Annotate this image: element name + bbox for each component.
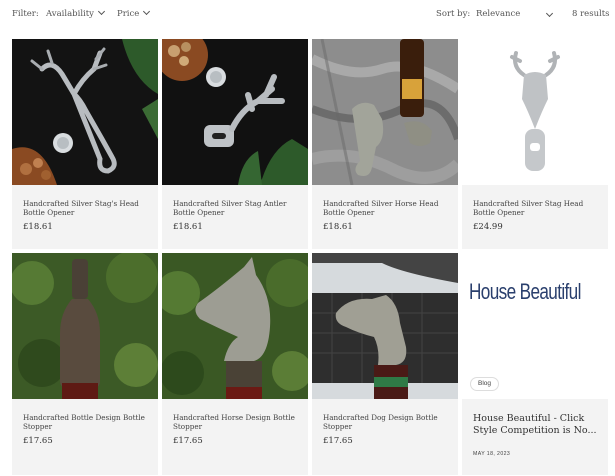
product-card[interactable]: Handcrafted Silver Stag Head Bottle Open…	[462, 39, 608, 249]
product-price: £18.61	[323, 222, 353, 232]
product-image[interactable]	[312, 253, 458, 399]
product-card[interactable]: Handcrafted Dog Design Bottle Stopper £1…	[312, 253, 458, 475]
product-card[interactable]: Handcrafted Silver Horse Head Bottle Ope…	[312, 39, 458, 249]
blog-date: MAY 18, 2023	[473, 451, 511, 457]
product-card[interactable]: Handcrafted Silver Stag Antler Bottle Op…	[162, 39, 308, 249]
product-image[interactable]	[12, 39, 158, 185]
chevron-down-icon	[97, 7, 106, 16]
product-price: £17.65	[323, 436, 353, 446]
product-title[interactable]: Handcrafted Silver Stag Head Bottle Open…	[473, 199, 601, 217]
product-title[interactable]: Handcrafted Silver Stag's Head Bottle Op…	[23, 199, 151, 217]
product-card[interactable]: Handcrafted Bottle Design Bottle Stopper…	[12, 253, 158, 475]
product-image[interactable]	[462, 39, 608, 185]
filter-label: Filter:	[12, 9, 39, 19]
results-count: 8 results	[572, 9, 610, 19]
sort-select-value: Relevance	[476, 9, 521, 19]
sort-label: Sort by:	[436, 9, 471, 19]
blog-card[interactable]: House Beautiful Blog House Beautiful - C…	[462, 253, 608, 475]
price-filter-label: Price	[117, 9, 140, 19]
filter-bar: Filter: Availability Price Sort by: Rele…	[0, 0, 615, 30]
product-price: £18.61	[173, 222, 203, 232]
product-image[interactable]	[12, 253, 158, 399]
blog-logo[interactable]: House Beautiful Blog	[462, 253, 608, 399]
product-image[interactable]	[312, 39, 458, 185]
blog-badge: Blog	[470, 377, 500, 391]
chevron-down-icon	[143, 7, 151, 16]
product-price: £17.65	[173, 436, 203, 446]
house-beautiful-logo: House Beautiful	[469, 279, 581, 304]
availability-filter[interactable]: Availability	[46, 7, 106, 19]
product-title[interactable]: Handcrafted Silver Horse Head Bottle Ope…	[323, 199, 451, 217]
product-price: £17.65	[23, 436, 53, 446]
product-title[interactable]: Handcrafted Dog Design Bottle Stopper	[323, 413, 451, 431]
product-title[interactable]: Handcrafted Horse Design Bottle Stopper	[173, 413, 301, 431]
product-price: £18.61	[23, 222, 53, 232]
product-title[interactable]: Handcrafted Silver Stag Antler Bottle Op…	[173, 199, 301, 217]
product-card[interactable]: Handcrafted Silver Stag's Head Bottle Op…	[12, 39, 158, 249]
blog-title[interactable]: House Beautiful - Click Style Competitio…	[473, 413, 603, 437]
product-card[interactable]: Handcrafted Horse Design Bottle Stopper …	[162, 253, 308, 475]
product-image[interactable]	[162, 39, 308, 185]
price-filter[interactable]: Price	[117, 7, 151, 19]
sort-select[interactable]: Relevance	[476, 9, 554, 19]
product-title[interactable]: Handcrafted Bottle Design Bottle Stopper	[23, 413, 151, 431]
product-image[interactable]	[162, 253, 308, 399]
availability-filter-label: Availability	[46, 9, 94, 19]
chevron-down-icon	[545, 9, 554, 18]
product-price: £24.99	[473, 222, 503, 232]
